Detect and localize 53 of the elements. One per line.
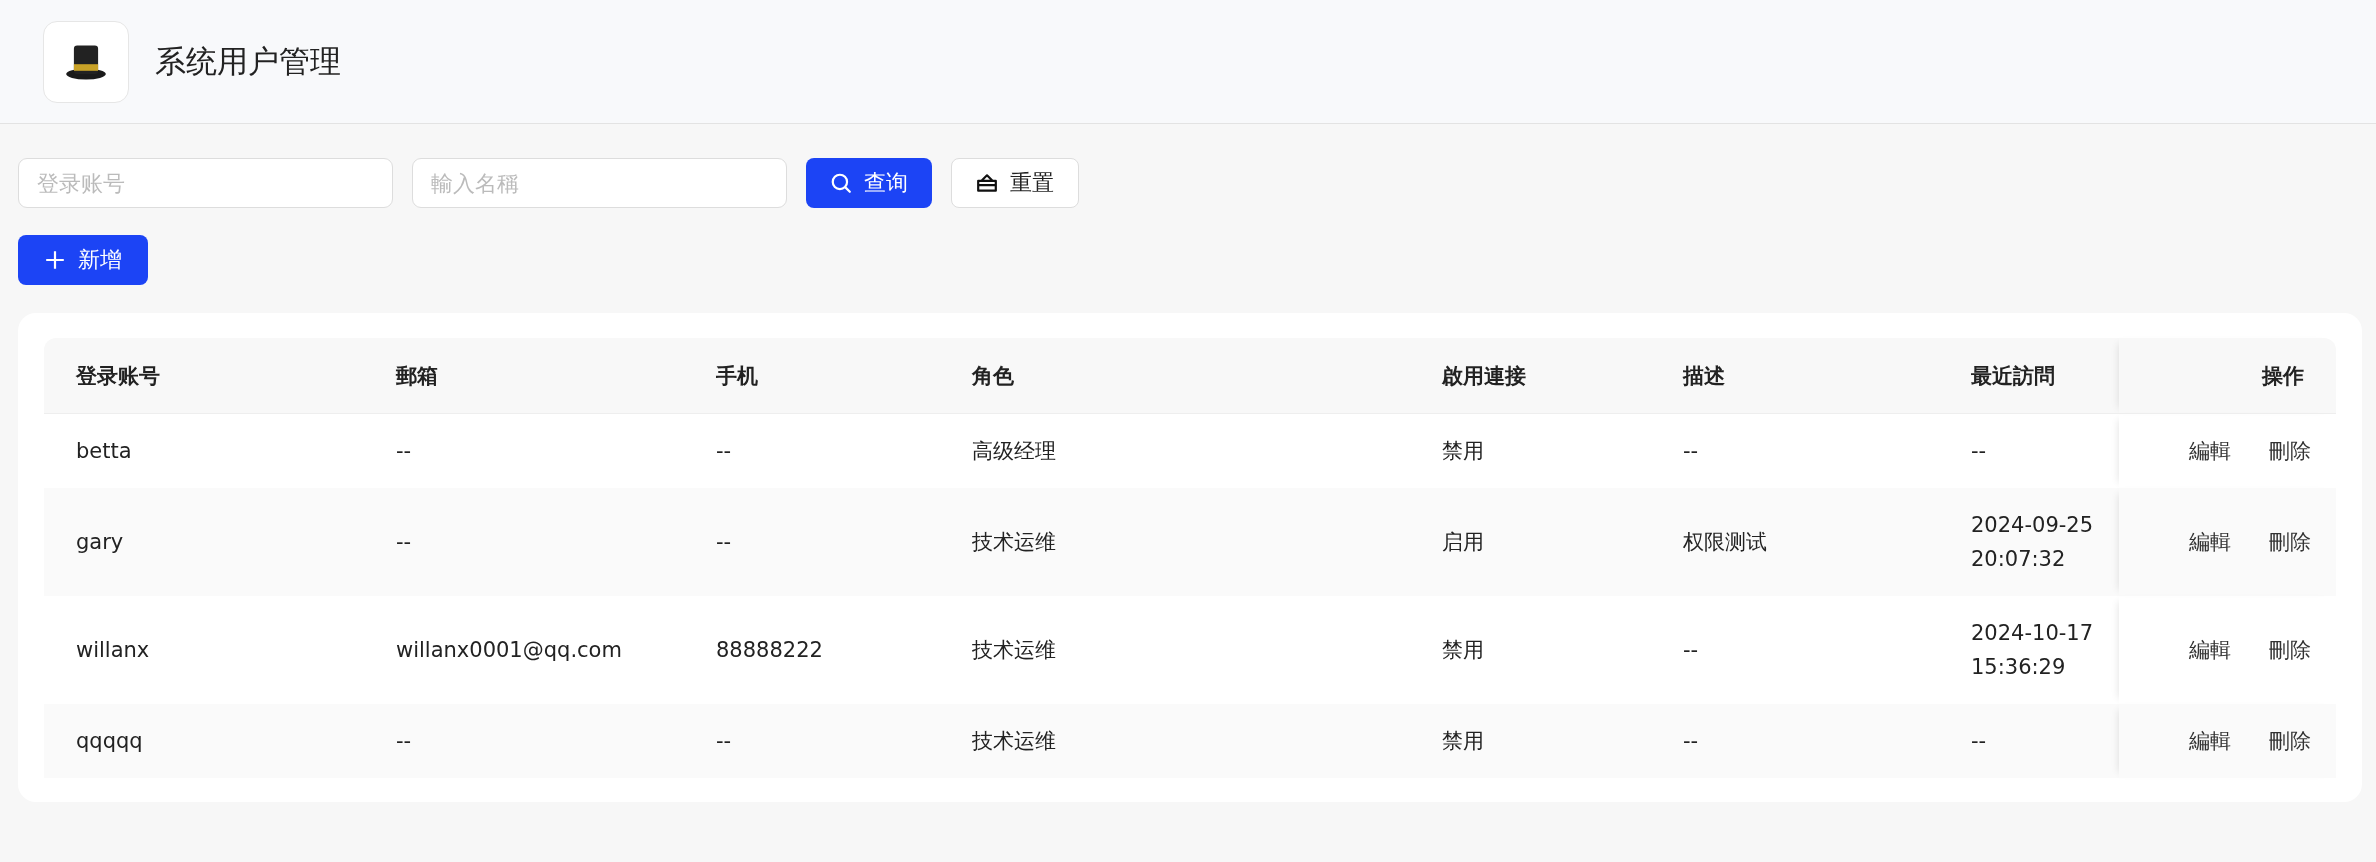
search-button[interactable]: 查询 <box>806 158 932 208</box>
edit-link[interactable]: 編輯 <box>2189 729 2231 753</box>
column-header: 角色 <box>940 338 1410 414</box>
table-cell: 权限测试 <box>1651 488 1939 596</box>
account-input[interactable]: 登录账号 <box>18 158 393 208</box>
delete-link[interactable]: 刪除 <box>2269 439 2311 463</box>
table-cell: -- <box>364 413 684 488</box>
table-cell: willanx0001@qq.com <box>364 596 684 704</box>
add-button[interactable]: 新增 <box>18 235 148 285</box>
column-header: 啟用連接 <box>1410 338 1651 414</box>
delete-link[interactable]: 刪除 <box>2269 638 2311 662</box>
column-header: 登录账号 <box>44 338 364 414</box>
reset-button[interactable]: 重置 <box>951 158 1079 208</box>
page-title: 系统用户管理 <box>155 41 341 81</box>
table-cell: 禁用 <box>1410 704 1651 778</box>
table-cell: 2024-09-25 20:07:32 <box>1939 488 2119 596</box>
column-header: 手机 <box>684 338 940 414</box>
table-cell: 启用 <box>1410 488 1651 596</box>
column-header: 郵箱 <box>364 338 684 414</box>
table-cell: -- <box>684 488 940 596</box>
table-cell: -- <box>364 488 684 596</box>
table-cell: -- <box>684 413 940 488</box>
table-cell: -- <box>1651 704 1939 778</box>
table-cell: -- <box>684 704 940 778</box>
table-cell: willanx <box>44 596 364 704</box>
delete-link[interactable]: 刪除 <box>2269 530 2311 554</box>
table-cell: -- <box>1939 704 2119 778</box>
table-cell: 高级经理 <box>940 413 1410 488</box>
delete-link[interactable]: 刪除 <box>2269 729 2311 753</box>
table-cell: -- <box>1651 596 1939 704</box>
column-header: 描述 <box>1651 338 1939 414</box>
edit-link[interactable]: 編輯 <box>2189 638 2231 662</box>
table-cell: gary <box>44 488 364 596</box>
edit-link[interactable]: 編輯 <box>2189 530 2231 554</box>
table-cell: 技术运维 <box>940 704 1410 778</box>
table-cell: betta <box>44 413 364 488</box>
column-header: 最近訪問 <box>1939 338 2119 414</box>
table-cell: -- <box>1939 413 2119 488</box>
table-cell: 技术运维 <box>940 596 1410 704</box>
search-icon <box>830 172 852 194</box>
table-cell: 88888222 <box>684 596 940 704</box>
table-cell: qqqqq <box>44 704 364 778</box>
table-cell: 技术运维 <box>940 488 1410 596</box>
table-cell: 禁用 <box>1410 596 1651 704</box>
edit-link[interactable]: 編輯 <box>2189 439 2231 463</box>
table-cell: -- <box>364 704 684 778</box>
column-header: 操作 <box>2119 338 2336 414</box>
basket-icon <box>976 172 998 194</box>
plus-icon <box>44 249 66 271</box>
table-cell: 禁用 <box>1410 413 1651 488</box>
table-cell: 2024-10-17 15:36:29 <box>1939 596 2119 704</box>
name-input[interactable]: 輸入名稱 <box>412 158 787 208</box>
table-cell: -- <box>1651 413 1939 488</box>
